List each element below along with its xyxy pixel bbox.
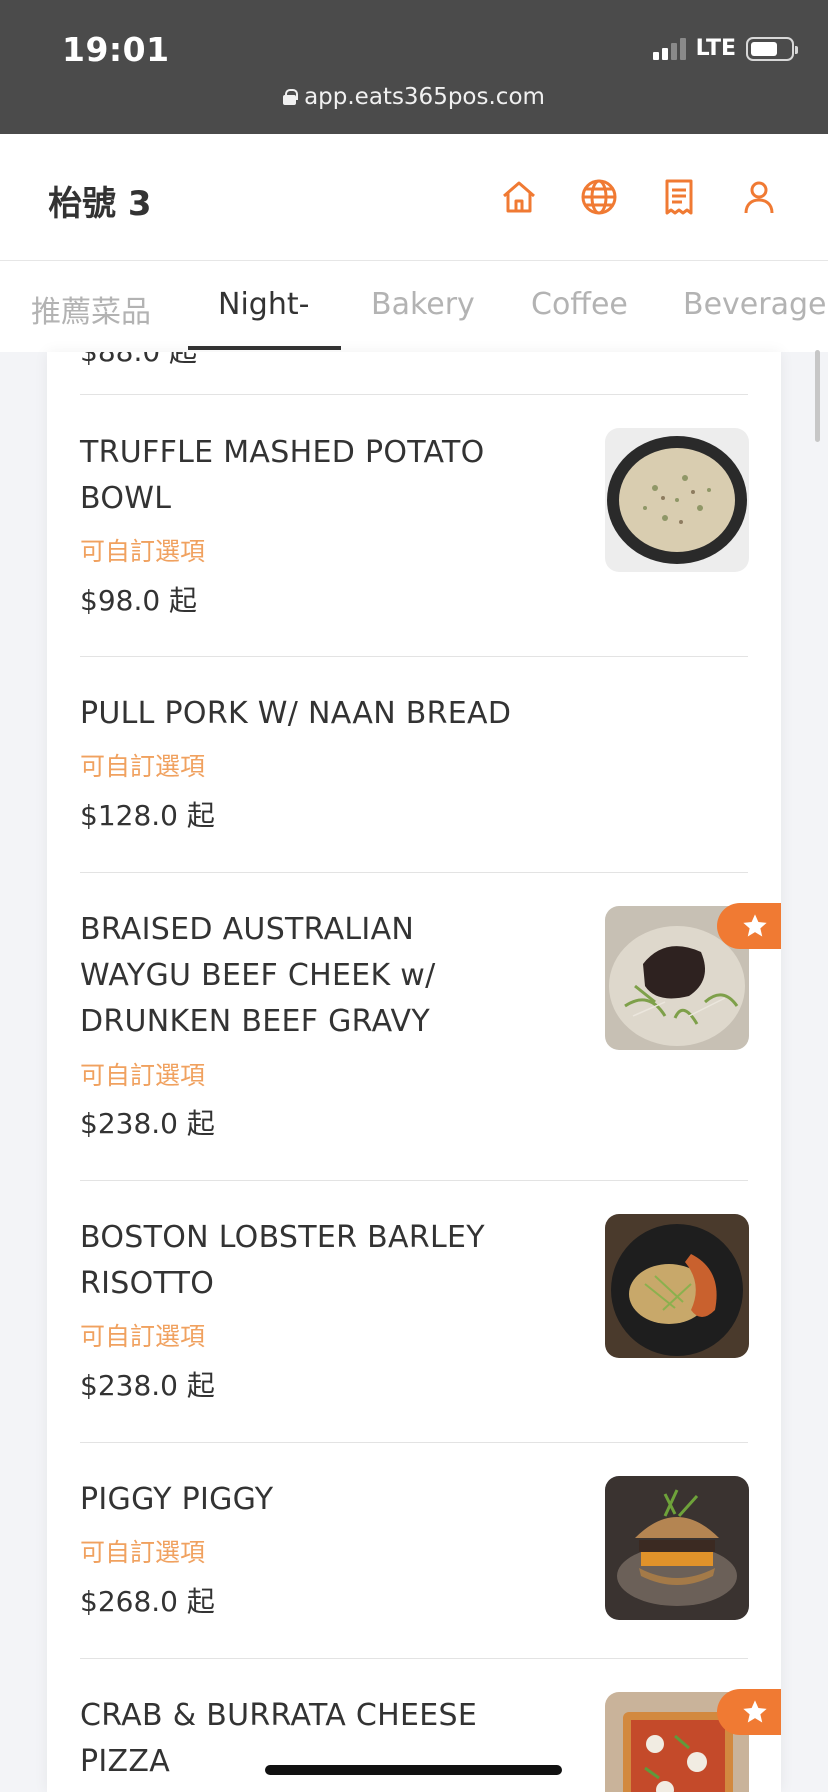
menu-item[interactable]: PULL PORK W/ NAAN BREAD 可自訂選項 $128.0 起: [47, 657, 781, 873]
battery-icon: [746, 36, 798, 61]
tab-coffee[interactable]: Coffee: [531, 287, 628, 322]
menu-list: $88.0 起 TRUFFLE MASHED POTATO BOWL 可自訂選項…: [47, 352, 781, 1792]
menu-item[interactable]: BOSTON LOBSTER BARLEY RISOTTO 可自訂選項 $238…: [47, 1181, 781, 1443]
recommended-badge: [717, 903, 781, 949]
item-option: 可自訂選項: [80, 537, 206, 566]
item-option: 可自訂選項: [80, 752, 206, 781]
home-icon[interactable]: [498, 176, 540, 218]
table-label: 枱號 3: [48, 184, 152, 224]
truffle-potato-photo[interactable]: [605, 428, 749, 572]
app-header: 枱號 3: [0, 134, 828, 261]
item-price: $88.0 起: [80, 352, 197, 370]
recommended-badge: [717, 1689, 781, 1735]
status-bar: 19:01 LTE app.eats365pos.com: [0, 0, 828, 134]
item-price: $128.0 起: [80, 799, 215, 832]
scrollbar[interactable]: [815, 350, 820, 442]
menu-item[interactable]: TRUFFLE MASHED POTATO BOWL 可自訂選項 $98.0 起: [47, 395, 781, 657]
item-option: 可自訂選項: [80, 1538, 206, 1567]
network-label: LTE: [695, 36, 736, 61]
signal-icon: [652, 37, 686, 60]
lock-icon: [283, 89, 299, 105]
item-name: PULL PORK W/ NAAN BREAD: [80, 696, 512, 731]
item-price: $98.0 起: [80, 584, 198, 617]
star-icon: [743, 914, 767, 937]
item-option: 可自訂選項: [80, 1322, 206, 1351]
item-name: TRUFFLE MASHED POTATO BOWL: [80, 435, 485, 516]
menu-item[interactable]: PIGGY PIGGY 可自訂選項 $268.0 起: [47, 1443, 781, 1659]
tab-beverage[interactable]: Beverage: [683, 287, 826, 322]
item-price: $238.0 起: [80, 1369, 215, 1402]
status-time: 19:01: [62, 30, 170, 69]
tab-recommended[interactable]: 推薦菜品: [31, 287, 151, 331]
url-text: app.eats365pos.com: [304, 84, 545, 110]
item-name: PIGGY PIGGY: [80, 1482, 274, 1517]
category-tabs: 推薦菜品 Night- Bakery Coffee Beverage: [0, 261, 828, 352]
star-icon: [743, 1700, 767, 1723]
item-name: BOSTON LOBSTER BARLEY RISOTTO: [80, 1220, 485, 1301]
tab-night[interactable]: Night-: [218, 287, 309, 322]
menu-item[interactable]: BRAISED AUSTRALIAN WAYGU BEEF CHEEK w/ D…: [47, 873, 781, 1181]
item-price: $238.0 起: [80, 1107, 215, 1140]
item-option: 可自訂選項: [80, 1061, 206, 1090]
tab-bakery[interactable]: Bakery: [371, 287, 475, 322]
url-bar[interactable]: app.eats365pos.com: [0, 84, 828, 110]
status-indicators: LTE: [652, 36, 798, 61]
header-actions: [498, 176, 780, 218]
globe-icon[interactable]: [578, 176, 620, 218]
item-price: $268.0 起: [80, 1585, 215, 1618]
receipt-icon[interactable]: [658, 176, 700, 218]
lobster-risotto-photo[interactable]: [605, 1214, 749, 1358]
active-tab-indicator: [188, 346, 341, 350]
piggy-burger-photo[interactable]: [605, 1476, 749, 1620]
item-name: BRAISED AUSTRALIAN WAYGU BEEF CHEEK w/ D…: [80, 912, 436, 1039]
user-icon[interactable]: [738, 176, 780, 218]
home-indicator[interactable]: [265, 1765, 562, 1775]
